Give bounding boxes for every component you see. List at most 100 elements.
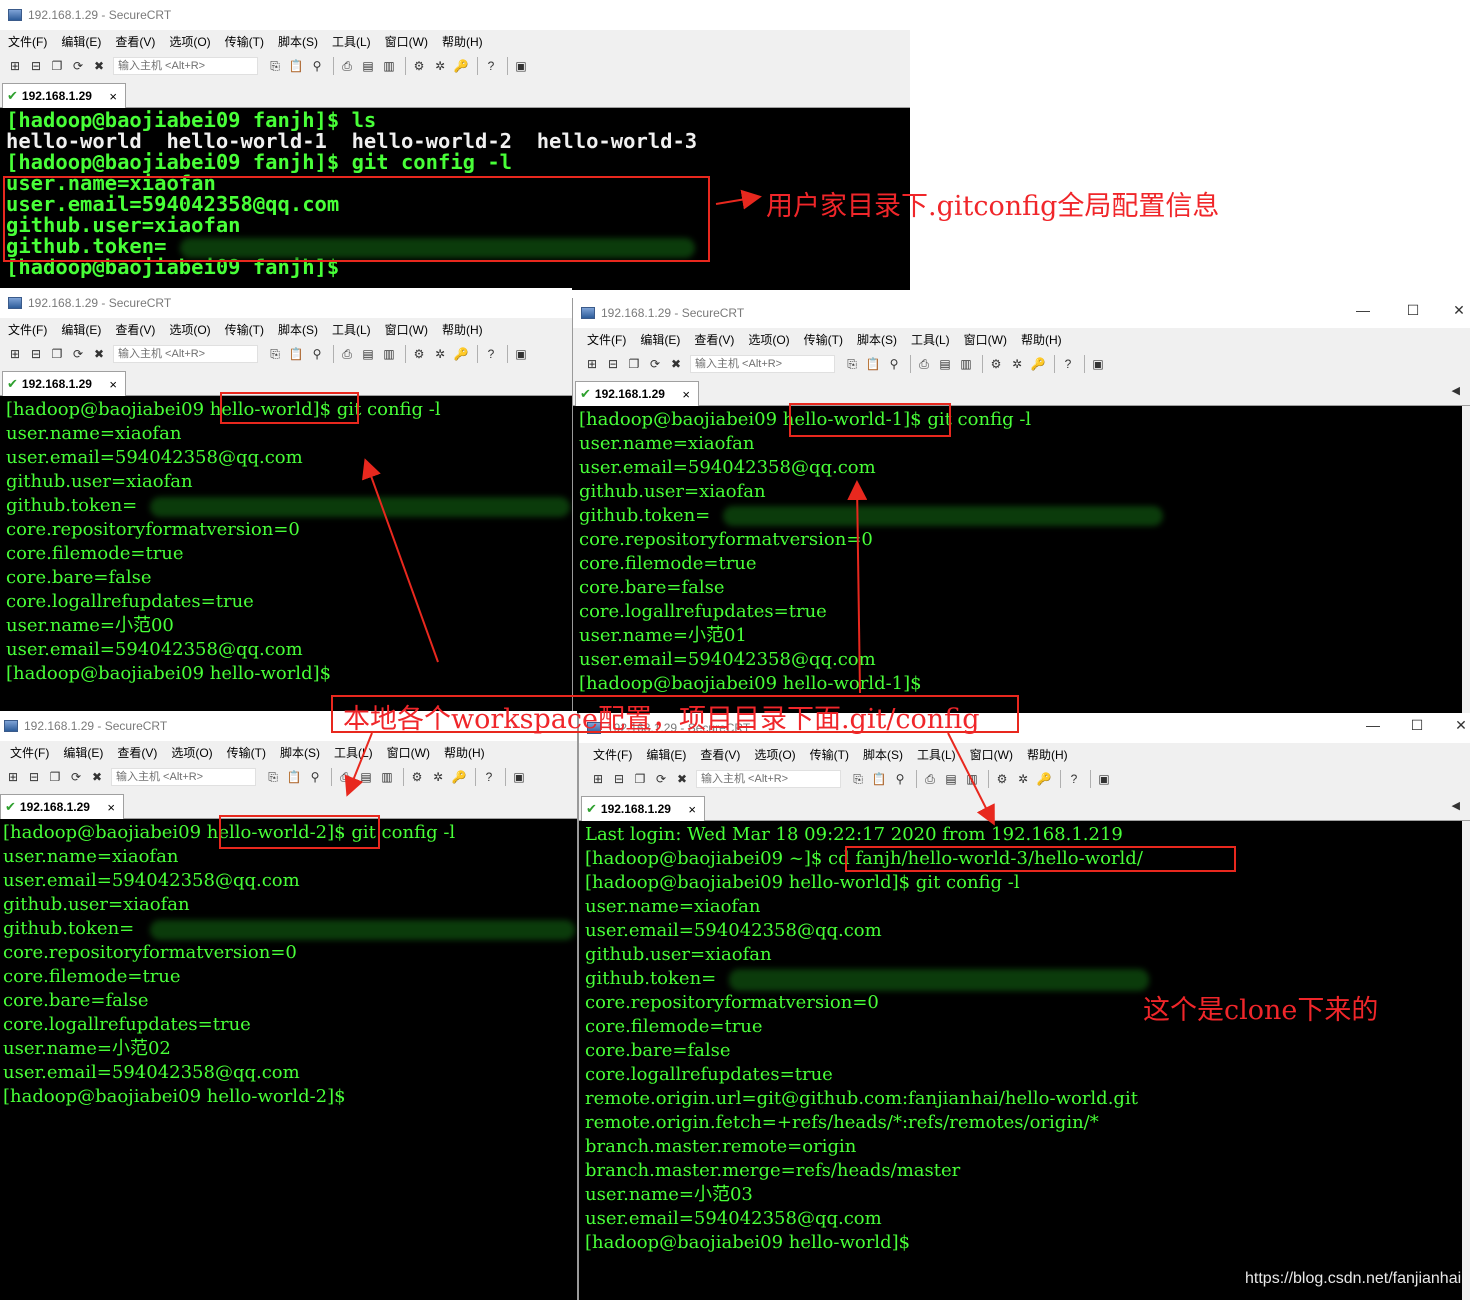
menu-help[interactable]: 帮助(H)	[1027, 746, 1068, 763]
keymap-icon[interactable]: 🔑	[450, 768, 468, 786]
print-selection-icon[interactable]: ▤	[359, 57, 377, 75]
find-icon[interactable]: ⚲	[308, 345, 326, 363]
disconnect-icon[interactable]: ✖	[90, 345, 108, 363]
connect-icon[interactable]: ⊞	[589, 770, 607, 788]
menu-file[interactable]: 文件(F)	[10, 744, 49, 761]
menu-tools[interactable]: 工具(L)	[332, 33, 371, 50]
disconnect-icon[interactable]: ✖	[667, 355, 685, 373]
session-tab[interactable]: ✔ 192.168.1.29 ×	[581, 796, 705, 821]
vertical-scrollbar[interactable]	[1462, 406, 1470, 713]
sftp-icon[interactable]: ▣	[510, 768, 528, 786]
global-options-icon[interactable]: ✲	[429, 768, 447, 786]
keymap-icon[interactable]: 🔑	[1035, 770, 1053, 788]
help-icon[interactable]: ?	[482, 57, 500, 75]
menu-view[interactable]: 查看(V)	[694, 331, 734, 348]
close-button[interactable]: ✕	[1438, 717, 1470, 734]
quick-connect-icon[interactable]: ⊟	[25, 768, 43, 786]
menu-edit[interactable]: 编辑(E)	[646, 746, 686, 763]
menu-edit[interactable]: 编辑(E)	[61, 33, 101, 50]
menu-file[interactable]: 文件(F)	[8, 33, 47, 50]
quick-connect-icon[interactable]: ⊟	[604, 355, 622, 373]
session-options-icon[interactable]: ⚙	[408, 768, 426, 786]
menu-tools[interactable]: 工具(L)	[917, 746, 956, 763]
menu-options[interactable]: 选项(O)	[169, 321, 210, 338]
menu-transfer[interactable]: 传输(T)	[810, 746, 849, 763]
session-tab[interactable]: ✔ 192.168.1.29 ×	[2, 371, 126, 396]
menu-options[interactable]: 选项(O)	[748, 331, 789, 348]
menu-edit[interactable]: 编辑(E)	[640, 331, 680, 348]
terminal-hello-world-1[interactable]: [hadoop@baojiabei09 hello-world-1]$ git …	[573, 406, 1462, 713]
tab-scroll-left-icon[interactable]: ◀	[1452, 384, 1460, 397]
copy-icon[interactable]: ⎘	[266, 57, 284, 75]
paste-icon[interactable]: 📋	[864, 355, 882, 373]
host-input[interactable]: 输入主机 <Alt+R>	[690, 355, 835, 373]
menu-help[interactable]: 帮助(H)	[442, 321, 483, 338]
copy-icon[interactable]: ⎘	[266, 345, 284, 363]
copy-icon[interactable]: ⎘	[843, 355, 861, 373]
menu-edit[interactable]: 编辑(E)	[63, 744, 103, 761]
find-icon[interactable]: ⚲	[891, 770, 909, 788]
menu-help[interactable]: 帮助(H)	[444, 744, 485, 761]
quick-connect-icon[interactable]: ⊟	[610, 770, 628, 788]
menu-tools[interactable]: 工具(L)	[911, 331, 950, 348]
printer-icon[interactable]: ▥	[378, 768, 396, 786]
connect-icon[interactable]: ⊞	[6, 345, 24, 363]
connect-icon[interactable]: ⊞	[6, 57, 24, 75]
tab-scroll-left-icon[interactable]: ◀	[1452, 799, 1460, 812]
print-selection-icon[interactable]: ▤	[936, 355, 954, 373]
menu-window[interactable]: 窗口(W)	[970, 746, 1013, 763]
terminal-hello-world[interactable]: [hadoop@baojiabei09 hello-world]$ git co…	[0, 396, 572, 713]
print-icon[interactable]: ⎙	[921, 770, 939, 788]
host-input[interactable]: 输入主机 <Alt+R>	[113, 345, 258, 363]
connect-tab-icon[interactable]: ❐	[48, 57, 66, 75]
menu-view[interactable]: 查看(V)	[115, 33, 155, 50]
minimize-button[interactable]: —	[1340, 302, 1386, 318]
menu-script[interactable]: 脚本(S)	[857, 331, 897, 348]
menu-window[interactable]: 窗口(W)	[385, 321, 428, 338]
printer-icon[interactable]: ▥	[963, 770, 981, 788]
print-icon[interactable]: ⎙	[915, 355, 933, 373]
menu-script[interactable]: 脚本(S)	[278, 33, 318, 50]
help-icon[interactable]: ?	[482, 345, 500, 363]
keymap-icon[interactable]: 🔑	[1029, 355, 1047, 373]
menu-transfer[interactable]: 传输(T)	[227, 744, 266, 761]
host-input[interactable]: 输入主机 <Alt+R>	[696, 770, 841, 788]
menu-script[interactable]: 脚本(S)	[280, 744, 320, 761]
tab-close-icon[interactable]: ×	[109, 89, 117, 104]
paste-icon[interactable]: 📋	[287, 57, 305, 75]
sftp-icon[interactable]: ▣	[512, 57, 530, 75]
menu-view[interactable]: 查看(V)	[115, 321, 155, 338]
reconnect-icon[interactable]: ⟳	[652, 770, 670, 788]
menu-file[interactable]: 文件(F)	[8, 321, 47, 338]
print-icon[interactable]: ⎙	[338, 345, 356, 363]
global-options-icon[interactable]: ✲	[1008, 355, 1026, 373]
disconnect-icon[interactable]: ✖	[88, 768, 106, 786]
minimize-button[interactable]: —	[1350, 717, 1396, 733]
terminal-hello-world-2[interactable]: [hadoop@baojiabei09 hello-world-2]$ git …	[0, 819, 577, 1300]
copy-icon[interactable]: ⎘	[849, 770, 867, 788]
help-icon[interactable]: ?	[1059, 355, 1077, 373]
print-selection-icon[interactable]: ▤	[359, 345, 377, 363]
menu-options[interactable]: 选项(O)	[169, 33, 210, 50]
connect-tab-icon[interactable]: ❐	[631, 770, 649, 788]
reconnect-icon[interactable]: ⟳	[646, 355, 664, 373]
tab-close-icon[interactable]: ×	[688, 802, 696, 817]
printer-icon[interactable]: ▥	[957, 355, 975, 373]
printer-icon[interactable]: ▥	[380, 345, 398, 363]
paste-icon[interactable]: 📋	[285, 768, 303, 786]
global-options-icon[interactable]: ✲	[1014, 770, 1032, 788]
menu-help[interactable]: 帮助(H)	[1021, 331, 1062, 348]
print-selection-icon[interactable]: ▤	[357, 768, 375, 786]
session-tab[interactable]: ✔ 192.168.1.29 ×	[2, 83, 126, 108]
connect-icon[interactable]: ⊞	[4, 768, 22, 786]
session-options-icon[interactable]: ⚙	[410, 345, 428, 363]
menu-window[interactable]: 窗口(W)	[387, 744, 430, 761]
menu-edit[interactable]: 编辑(E)	[61, 321, 101, 338]
tab-close-icon[interactable]: ×	[107, 800, 115, 815]
vertical-scrollbar[interactable]	[1462, 821, 1470, 1300]
host-input[interactable]: 输入主机 <Alt+R>	[111, 768, 256, 786]
paste-icon[interactable]: 📋	[870, 770, 888, 788]
reconnect-icon[interactable]: ⟳	[67, 768, 85, 786]
session-tab[interactable]: ✔ 192.168.1.29 ×	[0, 794, 124, 819]
menu-script[interactable]: 脚本(S)	[863, 746, 903, 763]
